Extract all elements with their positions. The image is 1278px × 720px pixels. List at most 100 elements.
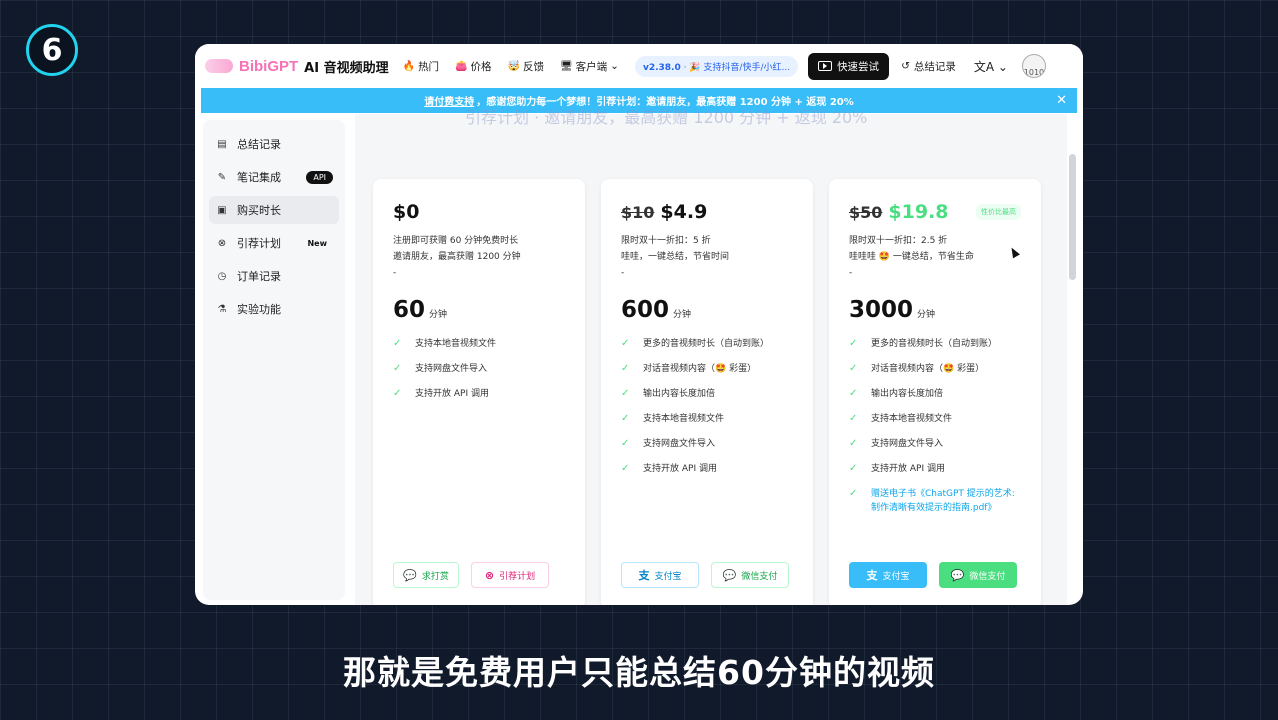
- feature-item: ✓ 对话音视频内容（🤩 彩蛋）: [621, 363, 757, 374]
- plan-card-free: $0 注册即可获赠 60 分钟免费时长 邀请朋友，最高获赠 1200 分钟 - …: [373, 179, 585, 605]
- sidebar-item-buy-time[interactable]: ▣ 购买时长: [209, 196, 339, 224]
- plan-minutes: 600: [621, 297, 670, 323]
- shopping-bag-icon: ▣: [217, 204, 227, 216]
- check-icon: ✓: [849, 388, 858, 399]
- logo-text[interactable]: BibiGPT: [239, 58, 298, 75]
- feature-item: ✓ 输出内容长度加倍: [621, 388, 716, 399]
- sidebar-item-label: 总结记录: [237, 138, 281, 151]
- top-navbar: BibiGPT AI 音视频助理 🔥 热门 👛 价格 🤯 反馈 🖥 客户端 ⌄ …: [195, 44, 1083, 88]
- page-heading-partial: 引荐计划 · 邀请朋友，最高获赠 1200 分钟 + 返现 20%: [465, 108, 868, 127]
- plan-minutes-unit: 分钟: [673, 310, 692, 320]
- summary-history-button[interactable]: ↺ 总结记录: [901, 59, 956, 74]
- wechat-icon: 💬: [950, 568, 965, 582]
- check-icon: ✓: [621, 338, 630, 349]
- plan-minutes-unit: 分钟: [917, 310, 936, 320]
- language-switch-button[interactable]: 文A ⌄: [974, 58, 1008, 75]
- check-icon: ✓: [621, 363, 630, 374]
- sidebar-item-notes-integration[interactable]: ✎ 笔记集成 API: [209, 163, 339, 191]
- sidebar-item-referral[interactable]: ⊗ 引荐计划 New: [209, 229, 339, 257]
- sidebar: ▤ 总结记录 ✎ 笔记集成 API ▣ 购买时长 ⊗ 引荐计划 New ◷ 订单…: [203, 120, 345, 600]
- feature-item: ✓ 支持本地音视频文件: [393, 338, 497, 349]
- nav-item-client-label: 客户端: [575, 60, 608, 73]
- summary-history-label: 总结记录: [913, 60, 956, 73]
- quick-try-label: 快速尝试: [837, 60, 880, 73]
- feature-item: ✓ 更多的音视频时长（自动到账）: [621, 338, 770, 349]
- close-icon[interactable]: ✕: [1056, 93, 1067, 108]
- version-announcement-pill[interactable]: v2.38.0 · 🎉 支持抖音/快手/小红...: [634, 55, 799, 77]
- version-number: v2.38.0: [642, 62, 681, 73]
- plan-desc-line: 邀请朋友，最高获赠 1200 分钟: [393, 252, 521, 262]
- referral-plan-button[interactable]: ⊗ 引荐计划: [471, 562, 549, 588]
- plan-old-price: $10: [621, 202, 655, 222]
- plan-old-price: $50: [849, 202, 883, 222]
- sidebar-item-orders[interactable]: ◷ 订单记录: [209, 262, 339, 290]
- video-subtitle: 那就是免费用户只能总结60分钟的视频: [343, 653, 935, 692]
- plan-desc-line: 注册即可获赠 60 分钟免费时长: [393, 236, 519, 246]
- feature-item: ✓ 支持开放 API 调用: [393, 388, 489, 399]
- logo-cloud-icon: [205, 59, 233, 73]
- feature-item: ✓ 输出内容长度加倍: [849, 388, 944, 399]
- alipay-button[interactable]: 支 支付宝: [621, 562, 699, 588]
- referral-icon: ⊗: [217, 237, 227, 249]
- flask-icon: ⚗: [217, 303, 227, 315]
- edit-icon: ✎: [217, 171, 227, 183]
- quick-try-button[interactable]: 快速尝试: [808, 52, 890, 80]
- plan-card-600: $10 $4.9 限时双十一折扣：5 折 哇哇，一键总结，节省时间 - 600 …: [601, 179, 813, 605]
- desktop-icon: 🖥: [559, 60, 573, 72]
- plan-card-3000: $50 $19.8 性价比最高 限时双十一折扣：2.5 折 哇哇哇 🤩 一键总结…: [829, 179, 1041, 605]
- plan-minutes-unit: 分钟: [429, 310, 448, 320]
- plan-price: $4.9: [660, 201, 708, 223]
- feature-item: ✓ 支持网盘文件导入: [621, 438, 716, 449]
- check-icon: ✓: [621, 388, 630, 399]
- plan-price: $0: [393, 201, 420, 223]
- feature-item: ✓ 支持网盘文件导入: [393, 363, 488, 374]
- nav-item-pricing-label: 价格: [470, 60, 492, 73]
- plan-desc-line: -: [393, 268, 397, 278]
- plan-desc-line: 限时双十一折扣：2.5 折: [849, 236, 948, 246]
- browser-window: BibiGPT AI 音视频助理 🔥 热门 👛 价格 🤯 反馈 🖥 客户端 ⌄ …: [195, 44, 1083, 605]
- wechat-pay-button[interactable]: 💬 微信支付: [711, 562, 789, 588]
- wechat-icon: 💬: [403, 568, 417, 582]
- check-icon: ✓: [621, 413, 630, 424]
- version-note: · 🎉 支持抖音/快手/小红...: [683, 62, 791, 73]
- nav-item-hot-label: 热门: [418, 60, 440, 73]
- nav-item-feedback-label: 反馈: [522, 60, 544, 73]
- user-avatar[interactable]: 1010: [1021, 54, 1046, 78]
- feature-item: ✓ 更多的音视频时长（自动到账）: [849, 338, 998, 349]
- wechat-icon: 💬: [722, 568, 737, 582]
- feature-item: ✓ 支持本地音视频文件: [849, 413, 953, 424]
- alipay-button[interactable]: 支 支付宝: [849, 562, 927, 588]
- wechat-pay-button[interactable]: 💬 微信支付: [939, 562, 1017, 588]
- tip-button[interactable]: 💬 求打赏: [393, 562, 459, 588]
- plan-desc-line: -: [621, 268, 625, 278]
- plan-desc-line: 限时双十一折扣：5 折: [621, 236, 711, 246]
- chevron-down-icon: ⌄: [610, 60, 619, 72]
- nav-item-pricing[interactable]: 👛 价格: [455, 59, 491, 74]
- step-number-badge: 6: [26, 24, 78, 76]
- sidebar-item-label: 笔记集成: [237, 171, 281, 184]
- nav-item-feedback[interactable]: 🤯 反馈: [508, 59, 544, 74]
- check-icon: ✓: [849, 463, 858, 474]
- feature-item: ✓ 对话音视频内容（🤩 彩蛋）: [849, 363, 985, 374]
- check-icon: ✓: [849, 338, 858, 349]
- sidebar-item-label: 购买时长: [237, 204, 281, 217]
- history-icon: ↺: [901, 60, 910, 72]
- fire-icon: 🔥: [402, 60, 416, 72]
- ebook-gift-link[interactable]: ✓ 赠送电子书《ChatGPT 提示的艺术:制作清晰有效提示的指南.pdf》: [849, 487, 1021, 515]
- vertical-scrollbar[interactable]: [1069, 154, 1076, 280]
- best-value-badge: 性价比最高: [976, 204, 1021, 220]
- purse-icon: 👛: [455, 60, 468, 72]
- sidebar-item-label: 实验功能: [237, 303, 281, 316]
- sidebar-item-summary-history[interactable]: ▤ 总结记录: [209, 130, 339, 158]
- sidebar-item-experiments[interactable]: ⚗ 实验功能: [209, 295, 339, 323]
- check-icon: ✓: [393, 338, 402, 349]
- sidebar-item-label: 引荐计划: [237, 237, 281, 250]
- api-badge: API: [306, 170, 333, 184]
- check-icon: ✓: [849, 438, 858, 449]
- referral-icon: ⊗: [484, 568, 495, 582]
- plan-minutes: 3000: [849, 297, 914, 323]
- nav-item-client[interactable]: 🖥 客户端 ⌄: [560, 59, 619, 74]
- nav-item-hot[interactable]: 🔥 热门: [403, 59, 439, 74]
- check-icon: ✓: [621, 463, 630, 474]
- check-icon: ✓: [393, 363, 402, 374]
